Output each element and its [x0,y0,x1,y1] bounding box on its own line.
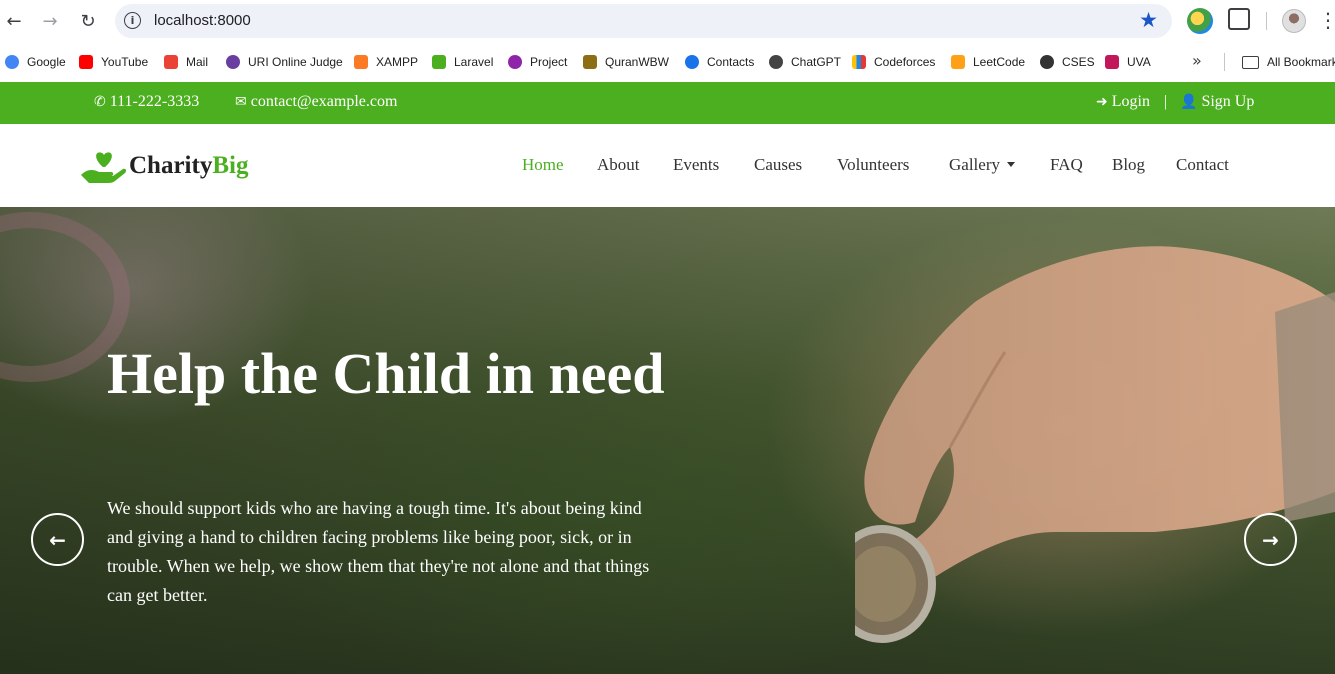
url-text[interactable]: localhost:8000 [154,12,251,29]
bookmarks-overflow-icon[interactable]: » [1192,51,1202,70]
hero-description: We should support kids who are having a … [107,498,650,605]
all-bookmarks-button[interactable]: All Bookmarks [1242,52,1335,72]
nav-about[interactable]: About [597,155,640,175]
arrow-right-icon: → [1262,527,1279,552]
bookmark-google[interactable]: Google [5,52,66,72]
back-icon[interactable]: ← [2,9,26,33]
address-bar[interactable]: i localhost:8000 ★ [115,4,1172,38]
nav-causes[interactable]: Causes [754,155,802,175]
site-logo[interactable]: CharityBig [79,146,248,186]
bookmark-laravel[interactable]: Laravel [432,52,493,72]
forward-icon[interactable]: → [38,9,62,33]
topbar-separator: | [1164,93,1168,110]
slider-prev-button[interactable]: ← [31,513,84,566]
caret-down-icon [1006,161,1015,167]
contacts-icon [685,55,699,69]
hero-slider: Help the Child in need We should support… [0,207,1335,674]
phone-icon: ✆ [94,94,106,110]
bookmark-label: Codeforces [874,55,936,69]
nav-blog[interactable]: Blog [1112,155,1145,175]
all-bookmarks-label: All Bookmarks [1267,55,1335,69]
extension-icon[interactable] [1187,8,1213,34]
bookmark-label: UVA [1127,55,1151,69]
bookmark-label: QuranWBW [605,55,670,69]
bookmark-cses[interactable]: CSES [1040,52,1095,72]
sign-in-icon: ➜ [1096,94,1108,110]
bookmarks-divider [1224,53,1225,71]
hero-title: Help the Child in need [107,341,665,406]
browser-menu-icon[interactable]: ⋮ [1318,8,1335,32]
signup-link[interactable]: 👤 Sign Up [1180,93,1254,111]
site-topbar: ✆ 111-222-3333 ✉ contact@example.com ➜ Logi… [0,82,1335,124]
gmail-icon [164,55,178,69]
bookmark-youtube[interactable]: YouTube [79,52,148,72]
bookmark-label: Laravel [454,55,494,69]
signup-label: Sign Up [1201,93,1255,110]
bookmark-project[interactable]: Project [508,52,567,72]
bookmark-label: Mail [186,55,209,69]
bookmark-label: YouTube [101,55,149,69]
login-label: Login [1111,93,1150,110]
bookmark-uva[interactable]: UVA [1105,52,1151,72]
login-link[interactable]: ➜ Login [1096,93,1150,111]
bookmark-leetcode[interactable]: LeetCode [951,52,1025,72]
bookmark-quranwbw[interactable]: QuranWBW [583,52,669,72]
bookmark-label: ChatGPT [791,55,842,69]
leetcode-icon [951,55,965,69]
laravel-icon [432,55,446,69]
project-icon [508,55,522,69]
bookmark-label: Google [27,55,66,69]
uva-icon [1105,55,1119,69]
reload-icon[interactable]: ↻ [76,9,100,33]
google-icon [5,55,19,69]
nav-gallery-label: Gallery [949,155,1000,174]
browser-toolbar: ← → ↻ i localhost:8000 ★ ⋮ [0,0,1335,42]
xampp-icon [354,55,368,69]
bookmark-mail[interactable]: Mail [164,52,208,72]
nav-events[interactable]: Events [673,155,719,175]
arrow-left-icon: ← [49,527,66,552]
bookmark-uri[interactable]: URI Online Judge [226,52,343,72]
topbar-phone[interactable]: ✆ 111-222-3333 [94,93,199,111]
bookmark-contacts[interactable]: Contacts [685,52,754,72]
nav-gallery-dropdown[interactable]: Gallery [949,155,1015,175]
bookmark-label: Contacts [707,55,755,69]
toolbar-divider [1266,12,1267,30]
nav-home[interactable]: Home [522,155,564,175]
bookmark-label: LeetCode [973,55,1026,69]
site-navbar: CharityBig Home About Events Causes Volu… [0,124,1335,207]
youtube-icon [79,55,93,69]
quranwbw-icon [583,55,597,69]
nav-contact[interactable]: Contact [1176,155,1229,175]
site-info-icon[interactable]: i [124,12,141,29]
email-text: contact@example.com [250,93,398,110]
phone-text: 111-222-3333 [109,93,200,110]
cses-icon [1040,55,1054,69]
brand-name-accent: Big [212,152,249,179]
bookmark-xampp[interactable]: XAMPP [354,52,418,72]
slider-next-button[interactable]: → [1244,513,1297,566]
uri-icon [226,55,240,69]
brand-name: CharityBig [129,152,248,180]
bookmark-codeforces[interactable]: Codeforces [852,52,935,72]
topbar-email[interactable]: ✉ contact@example.com [235,93,397,111]
extensions-puzzle-icon[interactable] [1228,8,1250,30]
envelope-icon: ✉ [235,94,247,110]
nav-volunteers[interactable]: Volunteers [837,155,909,175]
codeforces-icon [852,55,866,69]
bookmark-label: URI Online Judge [248,55,343,69]
bookmark-label: CSES [1062,55,1095,69]
chatgpt-icon [769,55,783,69]
user-icon: 👤 [1180,94,1198,110]
nav-faq[interactable]: FAQ [1050,155,1083,175]
bookmark-chatgpt[interactable]: ChatGPT [769,52,841,72]
heart-hand-logo-icon [81,152,127,183]
bookmark-label: XAMPP [376,55,419,69]
bookmarks-bar: Google YouTube Mail URI Online Judge XAM… [0,42,1335,82]
bookmark-label: Project [530,55,568,69]
brand-name-main: Charity [129,152,213,179]
bookmark-star-icon[interactable]: ★ [1139,8,1158,32]
profile-avatar[interactable] [1282,9,1306,33]
folder-icon [1242,55,1259,69]
